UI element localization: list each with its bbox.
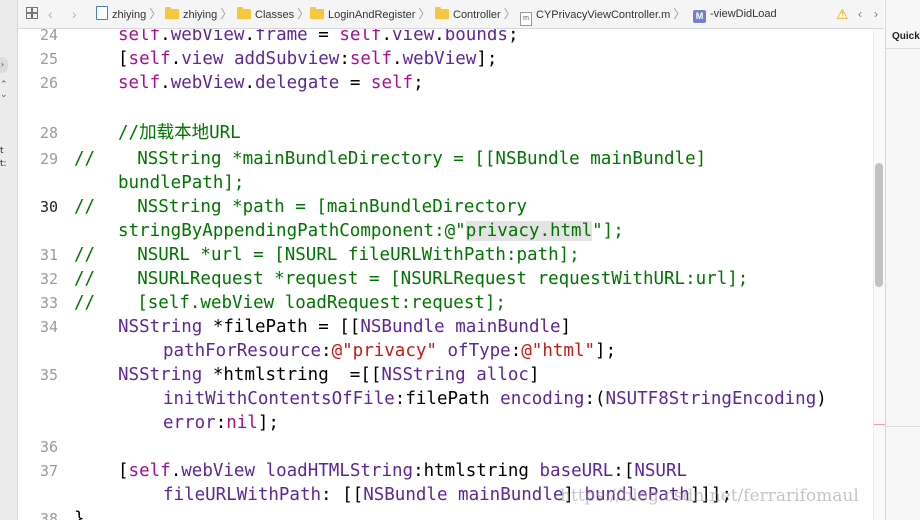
code-line: initWithContentsOfFile:filePath encoding… bbox=[163, 389, 827, 409]
warning-icon[interactable]: ⚠ bbox=[836, 0, 849, 28]
divider bbox=[886, 48, 920, 49]
folder-icon bbox=[310, 7, 324, 19]
line-number: 33 bbox=[39, 294, 58, 312]
code-text: stringByAppendingPathComponent:@" bbox=[118, 221, 466, 241]
code-line: NSString *htmlstring =[[NSString alloc] bbox=[118, 365, 540, 385]
forward-arrow-icon[interactable]: › bbox=[72, 0, 77, 28]
breadcrumb-label: zhiying bbox=[183, 9, 218, 21]
breadcrumb-login-and-register[interactable]: LoginAndRegister 〉 bbox=[310, 0, 431, 28]
navigator-text-fragment: t bbox=[0, 146, 4, 156]
line-number-current: 30 bbox=[39, 198, 58, 216]
chevron-right-icon: 〉 bbox=[149, 7, 162, 21]
jump-bar: ‹ › zhiying 〉 zhiying 〉 Classes 〉 LoginA… bbox=[18, 0, 884, 29]
watermark-text: https://blog.csdn.net/ferrarifomaul bbox=[560, 486, 859, 506]
code-comment-line: // NSString *mainBundleDirectory = [[NSB… bbox=[74, 149, 707, 169]
line-number: 36 bbox=[39, 438, 58, 456]
code-line: [self.webView loadHTMLString:htmlstring … bbox=[118, 461, 688, 481]
scrollbar-marker bbox=[874, 424, 885, 425]
code-comment-line: stringByAppendingPathComponent:@"privacy… bbox=[118, 219, 624, 243]
chevron-right-icon: 〉 bbox=[418, 7, 431, 21]
back-arrow-icon[interactable]: ‹ bbox=[48, 0, 53, 28]
code-line: NSString *filePath = [[NSBundle mainBund… bbox=[118, 317, 572, 337]
breadcrumb-group[interactable]: zhiying 〉 bbox=[165, 0, 232, 28]
code-line: } bbox=[74, 509, 85, 520]
line-number: 26 bbox=[39, 74, 58, 92]
line-number-gutter: 24 25 26 28 29 30 31 32 33 34 35 36 37 3… bbox=[18, 29, 58, 520]
folder-icon bbox=[435, 7, 449, 19]
selected-text[interactable]: privacy.html bbox=[465, 221, 593, 241]
divider bbox=[886, 426, 920, 427]
navigator-edge: › ⌃ ⌄ t t: bbox=[0, 0, 18, 520]
chevron-right-icon: 〉 bbox=[503, 7, 516, 21]
breadcrumb-file[interactable]: m CYPrivacyViewController.m 〉 bbox=[520, 0, 685, 28]
code-comment-line: // NSString *path = [mainBundleDirectory bbox=[74, 197, 528, 217]
line-number: 37 bbox=[39, 462, 58, 480]
breadcrumb-label: Controller bbox=[453, 9, 501, 21]
line-number: 34 bbox=[39, 318, 58, 336]
chevron-right-icon: 〉 bbox=[220, 7, 233, 21]
quick-help-title: Quick bbox=[892, 31, 920, 42]
method-icon: M bbox=[693, 10, 706, 23]
related-items-grid-icon[interactable] bbox=[26, 0, 38, 28]
code-line: self.webView.delegate = self; bbox=[118, 73, 424, 93]
chevron-right-icon: 〉 bbox=[673, 7, 686, 21]
folder-icon bbox=[237, 7, 251, 19]
breadcrumb-classes[interactable]: Classes 〉 bbox=[237, 0, 309, 28]
folder-icon bbox=[165, 7, 179, 19]
code-comment-line: bundlePath]; bbox=[118, 173, 245, 193]
line-number: 24 bbox=[39, 29, 58, 44]
breadcrumb-label: zhiying bbox=[112, 9, 147, 21]
chevron-right-icon: 〉 bbox=[297, 7, 310, 21]
breadcrumb-label: -viewDidLoad bbox=[710, 8, 777, 20]
code-line: error:nil]; bbox=[163, 413, 279, 433]
line-number: 29 bbox=[39, 150, 58, 168]
line-number: 28 bbox=[39, 124, 58, 142]
code-comment-line: // NSURLRequest *request = [NSURLRequest… bbox=[74, 269, 749, 289]
line-number: 35 bbox=[39, 366, 58, 384]
navigator-text-fragment: t: bbox=[0, 159, 7, 169]
quick-help-inspector: Quick bbox=[885, 0, 920, 520]
next-issue-icon[interactable]: › bbox=[874, 0, 878, 28]
line-number: 32 bbox=[39, 270, 58, 288]
breadcrumb-label: LoginAndRegister bbox=[328, 9, 416, 21]
breadcrumb-project[interactable]: zhiying 〉 bbox=[96, 0, 161, 28]
line-number: 31 bbox=[39, 246, 58, 264]
previous-issue-icon[interactable]: ‹ bbox=[858, 0, 862, 28]
up-down-chevron-icon[interactable]: ⌃ ⌄ bbox=[0, 80, 8, 100]
vertical-scrollbar-thumb[interactable] bbox=[875, 163, 883, 287]
breadcrumb-label: Classes bbox=[255, 9, 295, 21]
chevron-right-icon[interactable]: › bbox=[0, 57, 8, 73]
code-line: pathForResource:@"privacy" ofType:@"html… bbox=[163, 341, 617, 361]
breadcrumb-controller[interactable]: Controller 〉 bbox=[435, 0, 516, 28]
code-comment-line: //加载本地URL bbox=[118, 123, 241, 143]
objc-file-icon: m bbox=[520, 12, 532, 26]
code-line: [self.view addSubview:self.webView]; bbox=[118, 49, 498, 69]
breadcrumb-label: CYPrivacyViewController.m bbox=[536, 9, 671, 21]
source-editor[interactable]: 24 25 26 28 29 30 31 32 33 34 35 36 37 3… bbox=[18, 29, 873, 520]
breadcrumb-method[interactable]: M -viewDidLoad bbox=[693, 0, 777, 28]
code-text: "]; bbox=[592, 221, 624, 241]
code-line: self.webView.frame = self.view.bounds; bbox=[118, 29, 519, 45]
code-comment-line: // [self.webView loadRequest:request]; bbox=[74, 293, 506, 313]
line-number: 25 bbox=[39, 50, 58, 68]
code-comment-line: // NSURL *url = [NSURL fileURLWithPath:p… bbox=[74, 245, 580, 265]
line-number: 38 bbox=[39, 510, 58, 520]
project-icon bbox=[96, 6, 108, 20]
